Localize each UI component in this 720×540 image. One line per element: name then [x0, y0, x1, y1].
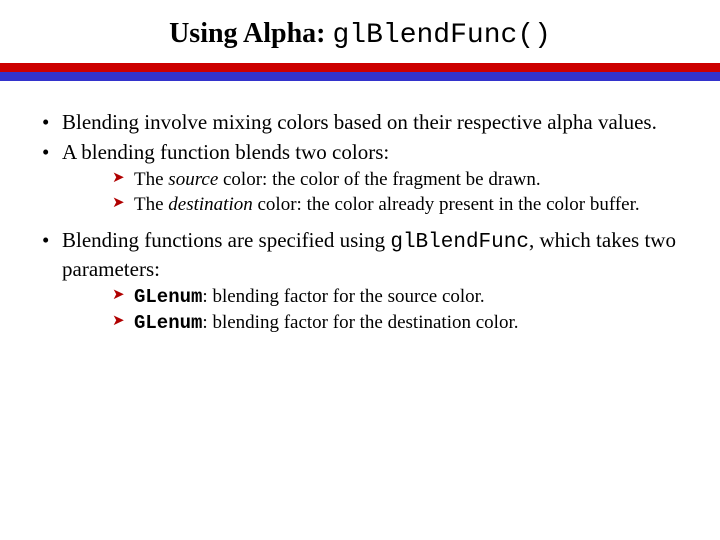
slide-title: Using Alpha: glBlendFunc(): [0, 0, 720, 63]
divider-top: [0, 63, 720, 72]
sub-item: The destination color: the color already…: [112, 193, 680, 217]
sub-list: The source color: the color of the fragm…: [112, 168, 680, 218]
sub-post: : blending factor for the source color.: [202, 286, 484, 307]
bullet-list: Blending involve mixing colors based on …: [40, 109, 680, 336]
bullet-code: glBlendFunc: [390, 231, 529, 254]
divider-bottom: [0, 72, 720, 81]
sub-pre: The: [134, 194, 168, 215]
sub-item: GLenum: blending factor for the source c…: [112, 285, 680, 310]
title-prefix: Using Alpha:: [169, 18, 332, 49]
sub-code: GLenum: [134, 286, 202, 308]
bullet-pre: Blending functions are specified using: [62, 228, 390, 252]
sub-post: color: the color already present in the …: [253, 194, 640, 215]
bullet-item: Blending functions are specified using g…: [40, 227, 680, 336]
slide: Using Alpha: glBlendFunc() Blending invo…: [0, 0, 720, 540]
sub-em: source: [168, 169, 218, 190]
bullet-text: Blending involve mixing colors based on …: [62, 110, 657, 134]
sub-item: GLenum: blending factor for the destinat…: [112, 311, 680, 336]
content-area: Blending involve mixing colors based on …: [0, 81, 720, 336]
sub-item: The source color: the color of the fragm…: [112, 168, 680, 192]
sub-pre: The: [134, 169, 168, 190]
sub-list: GLenum: blending factor for the source c…: [112, 285, 680, 337]
bullet-item: A blending function blends two colors: T…: [40, 139, 680, 217]
sub-post: : blending factor for the destination co…: [202, 312, 518, 333]
title-code: glBlendFunc(): [332, 20, 550, 51]
sub-code: GLenum: [134, 312, 202, 334]
bullet-item: Blending involve mixing colors based on …: [40, 109, 680, 135]
bullet-text: A blending function blends two colors:: [62, 140, 389, 164]
sub-em: destination: [168, 194, 252, 215]
sub-post: color: the color of the fragment be draw…: [218, 169, 540, 190]
divider: [0, 63, 720, 81]
